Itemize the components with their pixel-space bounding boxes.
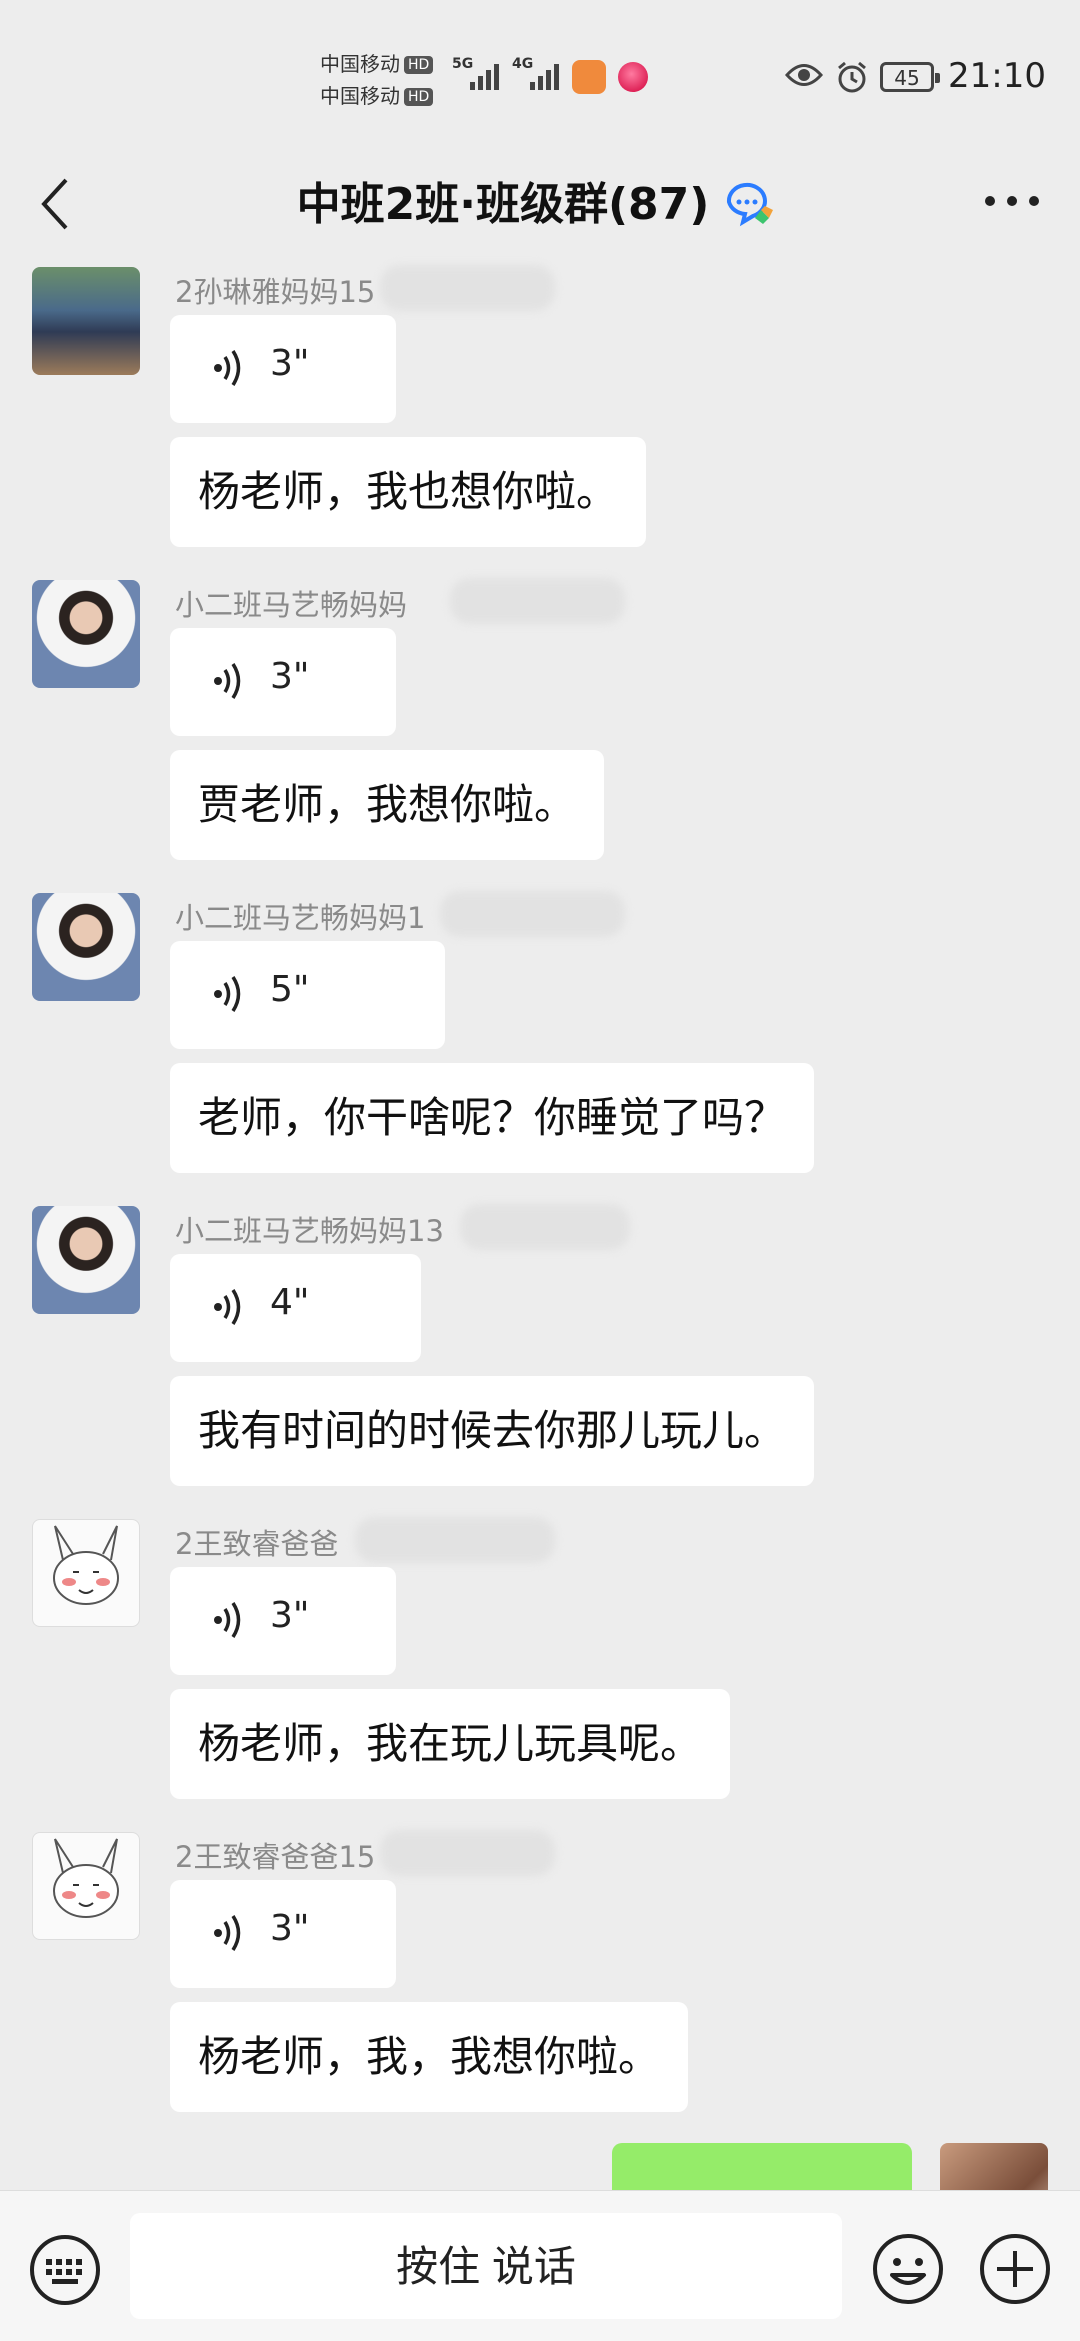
emoji-icon[interactable] bbox=[870, 2231, 946, 2307]
more-icon[interactable] bbox=[982, 186, 1042, 216]
text-message[interactable]: 杨老师，我也想你啦。 bbox=[170, 437, 647, 547]
clock: 21:10 bbox=[948, 56, 1046, 96]
app-notification-icon bbox=[618, 62, 648, 92]
text-message[interactable]: 老师，你干啥呢？你睡觉了吗？ bbox=[170, 1063, 815, 1173]
avatar[interactable] bbox=[32, 580, 140, 688]
voice-message[interactable]: 3" bbox=[170, 315, 396, 423]
voice-duration: 3" bbox=[270, 1595, 310, 1636]
carrier-2: 中国移动 bbox=[320, 84, 400, 108]
input-bar: 按住 说话 bbox=[0, 2190, 1080, 2341]
voice-wave-icon bbox=[214, 1602, 241, 1638]
cartoon-rabbit-image bbox=[53, 1525, 119, 1605]
redacted-area bbox=[380, 1830, 555, 1876]
sender-name: 小二班马艺畅妈妈1 bbox=[175, 901, 426, 935]
text-message[interactable]: 杨老师，我在玩儿玩具呢。 bbox=[170, 1689, 731, 1799]
avatar[interactable] bbox=[32, 1832, 140, 1940]
plus-icon[interactable] bbox=[977, 2231, 1053, 2307]
voice-wave-icon bbox=[214, 663, 241, 699]
signal-icon bbox=[470, 60, 499, 90]
avatar[interactable] bbox=[32, 1519, 140, 1627]
voice-duration: 3" bbox=[270, 1908, 310, 1949]
group-chat-icon bbox=[727, 182, 774, 227]
sender-name: 2王致睿爸爸 bbox=[175, 1527, 339, 1561]
status-bar: 中国移动 HD 中国移动 HD 5G 4G 45 21:10 bbox=[0, 0, 1080, 150]
chat-header: 中班2班·班级群(87) bbox=[0, 150, 1080, 265]
voice-duration: 3" bbox=[270, 656, 310, 697]
sender-name: 2孙琳雅妈妈15 bbox=[175, 275, 376, 309]
eye-icon bbox=[785, 64, 823, 86]
voice-message[interactable]: 3" bbox=[170, 628, 396, 736]
voice-wave-icon bbox=[214, 1915, 241, 1951]
voice-message[interactable]: 5" bbox=[170, 941, 445, 1049]
signal-icon bbox=[530, 60, 559, 90]
voice-message[interactable]: 3" bbox=[170, 1880, 396, 1988]
voice-duration: 4" bbox=[270, 1282, 310, 1323]
alarm-icon bbox=[838, 61, 866, 93]
voice-message[interactable]: 4" bbox=[170, 1254, 421, 1362]
battery-indicator: 45 bbox=[880, 62, 940, 92]
voice-duration: 5" bbox=[270, 969, 310, 1010]
app-notification-icon bbox=[572, 60, 606, 94]
carrier-info: 中国移动 HD 中国移动 HD bbox=[320, 48, 434, 112]
text-message[interactable]: 我有时间的时候去你那儿玩儿。 bbox=[170, 1376, 815, 1486]
keyboard-icon[interactable] bbox=[28, 2233, 102, 2307]
sender-name: 2王致睿爸爸15 bbox=[175, 1840, 376, 1874]
hold-to-talk-button[interactable]: 按住 说话 bbox=[130, 2213, 842, 2319]
text-message[interactable]: 贾老师，我想你啦。 bbox=[170, 750, 605, 860]
cartoon-rabbit-image bbox=[53, 1838, 119, 1918]
redacted-area bbox=[450, 578, 625, 624]
chat-title-container: 中班2班·班级群(87) bbox=[0, 170, 1080, 240]
redacted-area bbox=[440, 891, 625, 937]
voice-message[interactable]: 3" bbox=[170, 1567, 396, 1675]
text-message[interactable]: 杨老师，我，我想你啦。 bbox=[170, 2002, 689, 2112]
voice-wave-icon bbox=[214, 976, 241, 1012]
carrier-1: 中国移动 bbox=[320, 52, 400, 76]
chat-title: 中班2班·班级群(87) bbox=[296, 179, 710, 230]
avatar[interactable] bbox=[32, 267, 140, 375]
hd-badge: HD bbox=[404, 56, 434, 74]
redacted-area bbox=[380, 265, 555, 311]
redacted-area bbox=[355, 1517, 555, 1563]
voice-wave-icon bbox=[214, 350, 241, 386]
voice-wave-icon bbox=[214, 1289, 241, 1325]
avatar[interactable] bbox=[32, 1206, 140, 1314]
sender-name: 小二班马艺畅妈妈13 bbox=[175, 1214, 444, 1248]
redacted-area bbox=[460, 1204, 630, 1250]
sender-name: 小二班马艺畅妈妈 bbox=[175, 588, 408, 622]
voice-duration: 3" bbox=[270, 343, 310, 384]
hd-badge: HD bbox=[404, 88, 434, 106]
avatar[interactable] bbox=[32, 893, 140, 1001]
